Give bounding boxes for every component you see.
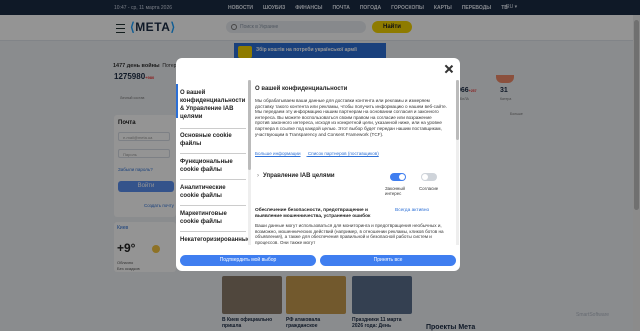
consent-dialog: О вашей конфиденциальности & Управление … [176,58,460,271]
menu-scrollbar-thumb[interactable] [248,80,251,170]
menu-divider [180,205,246,206]
consent-toggle[interactable] [421,173,437,181]
menu-item-privacy[interactable]: О вашей конфиденциальности & Управление … [180,89,246,121]
menu-divider [180,231,246,232]
consent-menu: О вашей конфиденциальности & Управление … [176,80,248,248]
content-scrollbar[interactable] [456,80,459,245]
menu-item-functional[interactable]: Функциональные cookie файлы [180,158,246,174]
menu-item-essential[interactable]: Основные cookie файлы [180,132,246,148]
security-section-title[interactable]: Обеспечение безопасности, предотвращение… [255,208,385,219]
privacy-heading: О вашей конфиденциальности [255,86,348,92]
more-info-link[interactable]: Больше информации [255,151,301,156]
privacy-links: Больше информации Список партнеров (пост… [255,151,385,156]
legitimate-interest-toggle[interactable] [390,173,406,181]
always-active-label: Всегда активно [395,208,430,213]
close-icon[interactable] [444,64,454,74]
confirm-choice-button[interactable]: Подтвердить мой выбор [180,255,316,266]
menu-divider [180,128,246,129]
consent-label: Согласие [419,186,439,191]
content-scrollbar-thumb[interactable] [456,80,459,140]
menu-item-analytics[interactable]: Аналитические cookie файлы [180,184,246,200]
toggle-knob [422,174,428,180]
menu-item-uncategorized[interactable]: Некатегоризированные [180,236,248,244]
accept-all-button[interactable]: Принять все [320,255,456,266]
security-section-text: Ваши данные могут использоваться для мон… [255,223,444,245]
consent-content: О вашей конфиденциальности Мы обрабатыва… [255,80,455,248]
legitimate-interest-label: Законный интерес [385,186,405,196]
menu-item-marketing[interactable]: Маркетинговые cookie файлы [180,210,246,226]
menu-divider [180,153,246,154]
menu-scrollbar[interactable] [248,80,251,245]
toggle-knob [399,174,405,180]
menu-divider [180,179,246,180]
active-indicator [176,84,178,118]
privacy-text: Мы обрабатываем ваши данные для доставки… [255,98,447,137]
partners-link[interactable]: Список партнеров (поставщиков) [308,151,379,156]
iab-purposes-toggle[interactable]: › Управление IAB целями [257,173,335,179]
